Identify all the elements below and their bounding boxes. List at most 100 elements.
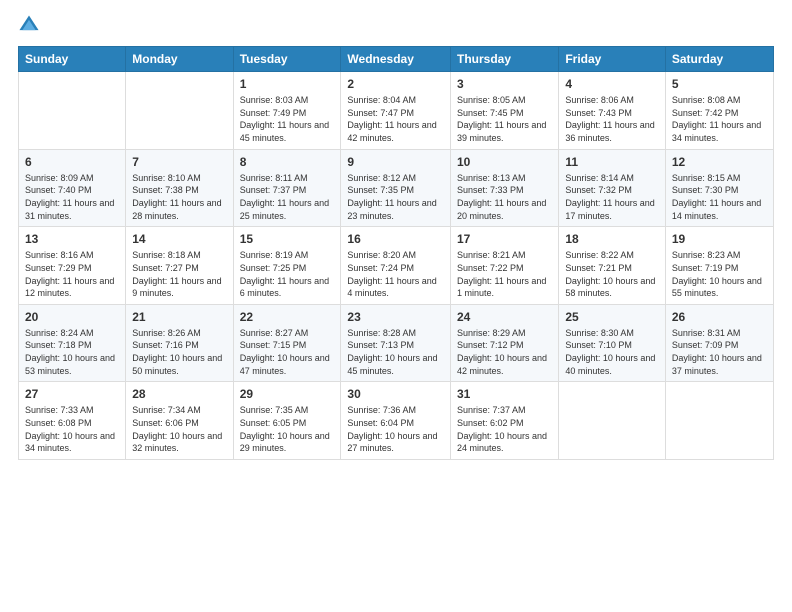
day-number: 14 [132,231,226,247]
day-info: Sunrise: 8:18 AM Sunset: 7:27 PM Dayligh… [132,249,226,299]
day-info: Sunrise: 7:35 AM Sunset: 6:05 PM Dayligh… [240,404,335,454]
calendar-cell [126,72,233,150]
calendar-cell: 2 Sunrise: 8:04 AM Sunset: 7:47 PM Daylig… [341,72,451,150]
day-info: Sunrise: 8:31 AM Sunset: 7:09 PM Dayligh… [672,327,767,377]
calendar-cell: 1 Sunrise: 8:03 AM Sunset: 7:49 PM Daylig… [233,72,341,150]
calendar-cell: 20 Sunrise: 8:24 AM Sunset: 7:18 PM Dayli… [19,304,126,382]
calendar-cell: 5Sunrise: 8:08 AM Sunset: 7:42 PM Daylig… [665,72,773,150]
day-number: 15 [240,231,335,247]
calendar-cell [559,382,666,460]
calendar-cell: 9 Sunrise: 8:12 AM Sunset: 7:35 PM Daylig… [341,149,451,227]
calendar-cell: 10 Sunrise: 8:13 AM Sunset: 7:33 PM Dayli… [451,149,559,227]
calendar-cell: 26 Sunrise: 8:31 AM Sunset: 7:09 PM Dayli… [665,304,773,382]
day-info: Sunrise: 8:21 AM Sunset: 7:22 PM Dayligh… [457,249,552,299]
day-number: 8 [240,154,335,170]
day-info: Sunrise: 8:20 AM Sunset: 7:24 PM Dayligh… [347,249,444,299]
day-number: 4 [565,76,659,92]
day-number: 1 [240,76,335,92]
calendar-cell: 18 Sunrise: 8:22 AM Sunset: 7:21 PM Dayli… [559,227,666,305]
calendar-cell: 15 Sunrise: 8:19 AM Sunset: 7:25 PM Dayli… [233,227,341,305]
calendar-cell: 27 Sunrise: 7:33 AM Sunset: 6:08 PM Dayli… [19,382,126,460]
weekday-header-saturday: Saturday [665,47,773,72]
weekday-header-monday: Monday [126,47,233,72]
day-info: Sunrise: 8:12 AM Sunset: 7:35 PM Dayligh… [347,172,444,222]
calendar-cell: 3Sunrise: 8:05 AM Sunset: 7:45 PM Daylig… [451,72,559,150]
calendar-cell: 13 Sunrise: 8:16 AM Sunset: 7:29 PM Dayli… [19,227,126,305]
calendar-cell: 23 Sunrise: 8:28 AM Sunset: 7:13 PM Dayli… [341,304,451,382]
calendar-cell: 7 Sunrise: 8:10 AM Sunset: 7:38 PM Daylig… [126,149,233,227]
day-number: 30 [347,386,444,402]
day-number: 9 [347,154,444,170]
calendar-cell: 24Sunrise: 8:29 AM Sunset: 7:12 PM Dayli… [451,304,559,382]
day-number: 28 [132,386,226,402]
calendar-cell [665,382,773,460]
day-info: Sunrise: 8:19 AM Sunset: 7:25 PM Dayligh… [240,249,335,299]
calendar-week-row: 13 Sunrise: 8:16 AM Sunset: 7:29 PM Dayli… [19,227,774,305]
calendar-week-row: 1 Sunrise: 8:03 AM Sunset: 7:49 PM Daylig… [19,72,774,150]
calendar-header-row: SundayMondayTuesdayWednesdayThursdayFrid… [19,47,774,72]
day-number: 23 [347,309,444,325]
weekday-header-sunday: Sunday [19,47,126,72]
calendar-cell: 28Sunrise: 7:34 AM Sunset: 6:06 PM Dayli… [126,382,233,460]
day-number: 13 [25,231,119,247]
day-info: Sunrise: 8:24 AM Sunset: 7:18 PM Dayligh… [25,327,119,377]
day-info: Sunrise: 8:15 AM Sunset: 7:30 PM Dayligh… [672,172,767,222]
day-info: Sunrise: 7:36 AM Sunset: 6:04 PM Dayligh… [347,404,444,454]
weekday-header-tuesday: Tuesday [233,47,341,72]
day-info: Sunrise: 7:33 AM Sunset: 6:08 PM Dayligh… [25,404,119,454]
calendar-cell: 25 Sunrise: 8:30 AM Sunset: 7:10 PM Dayli… [559,304,666,382]
day-info: Sunrise: 8:30 AM Sunset: 7:10 PM Dayligh… [565,327,659,377]
day-number: 27 [25,386,119,402]
day-info: Sunrise: 8:10 AM Sunset: 7:38 PM Dayligh… [132,172,226,222]
day-number: 29 [240,386,335,402]
day-info: Sunrise: 8:14 AM Sunset: 7:32 PM Dayligh… [565,172,659,222]
day-info: Sunrise: 8:05 AM Sunset: 7:45 PM Dayligh… [457,94,552,144]
header [18,16,774,36]
day-number: 18 [565,231,659,247]
day-info: Sunrise: 8:23 AM Sunset: 7:19 PM Dayligh… [672,249,767,299]
day-number: 31 [457,386,552,402]
calendar-cell: 11Sunrise: 8:14 AM Sunset: 7:32 PM Dayli… [559,149,666,227]
calendar-cell: 12 Sunrise: 8:15 AM Sunset: 7:30 PM Dayli… [665,149,773,227]
day-number: 20 [25,309,119,325]
calendar-cell: 19 Sunrise: 8:23 AM Sunset: 7:19 PM Dayli… [665,227,773,305]
calendar-week-row: 20 Sunrise: 8:24 AM Sunset: 7:18 PM Dayli… [19,304,774,382]
day-number: 21 [132,309,226,325]
logo [18,16,44,36]
calendar-cell: 31 Sunrise: 7:37 AM Sunset: 6:02 PM Dayli… [451,382,559,460]
day-info: Sunrise: 8:27 AM Sunset: 7:15 PM Dayligh… [240,327,335,377]
day-info: Sunrise: 8:06 AM Sunset: 7:43 PM Dayligh… [565,94,659,144]
calendar-cell: 6 Sunrise: 8:09 AM Sunset: 7:40 PM Daylig… [19,149,126,227]
day-number: 24 [457,309,552,325]
day-number: 2 [347,76,444,92]
weekday-header-wednesday: Wednesday [341,47,451,72]
day-info: Sunrise: 8:09 AM Sunset: 7:40 PM Dayligh… [25,172,119,222]
day-number: 16 [347,231,444,247]
calendar-cell: 17Sunrise: 8:21 AM Sunset: 7:22 PM Dayli… [451,227,559,305]
day-number: 12 [672,154,767,170]
day-info: Sunrise: 8:08 AM Sunset: 7:42 PM Dayligh… [672,94,767,144]
day-info: Sunrise: 8:16 AM Sunset: 7:29 PM Dayligh… [25,249,119,299]
day-number: 25 [565,309,659,325]
day-number: 6 [25,154,119,170]
day-info: Sunrise: 7:37 AM Sunset: 6:02 PM Dayligh… [457,404,552,454]
day-info: Sunrise: 8:22 AM Sunset: 7:21 PM Dayligh… [565,249,659,299]
calendar-cell: 4 Sunrise: 8:06 AM Sunset: 7:43 PM Daylig… [559,72,666,150]
calendar-cell: 30 Sunrise: 7:36 AM Sunset: 6:04 PM Dayli… [341,382,451,460]
calendar-cell: 21Sunrise: 8:26 AM Sunset: 7:16 PM Dayli… [126,304,233,382]
weekday-header-friday: Friday [559,47,666,72]
calendar-cell: 8 Sunrise: 8:11 AM Sunset: 7:37 PM Daylig… [233,149,341,227]
day-number: 26 [672,309,767,325]
day-number: 7 [132,154,226,170]
day-info: Sunrise: 8:04 AM Sunset: 7:47 PM Dayligh… [347,94,444,144]
day-number: 10 [457,154,552,170]
day-info: Sunrise: 8:13 AM Sunset: 7:33 PM Dayligh… [457,172,552,222]
day-info: Sunrise: 8:28 AM Sunset: 7:13 PM Dayligh… [347,327,444,377]
day-number: 19 [672,231,767,247]
weekday-header-thursday: Thursday [451,47,559,72]
calendar-cell: 14 Sunrise: 8:18 AM Sunset: 7:27 PM Dayli… [126,227,233,305]
calendar-cell: 16 Sunrise: 8:20 AM Sunset: 7:24 PM Dayli… [341,227,451,305]
calendar-cell: 29 Sunrise: 7:35 AM Sunset: 6:05 PM Dayli… [233,382,341,460]
day-info: Sunrise: 8:11 AM Sunset: 7:37 PM Dayligh… [240,172,335,222]
day-info: Sunrise: 8:03 AM Sunset: 7:49 PM Dayligh… [240,94,335,144]
